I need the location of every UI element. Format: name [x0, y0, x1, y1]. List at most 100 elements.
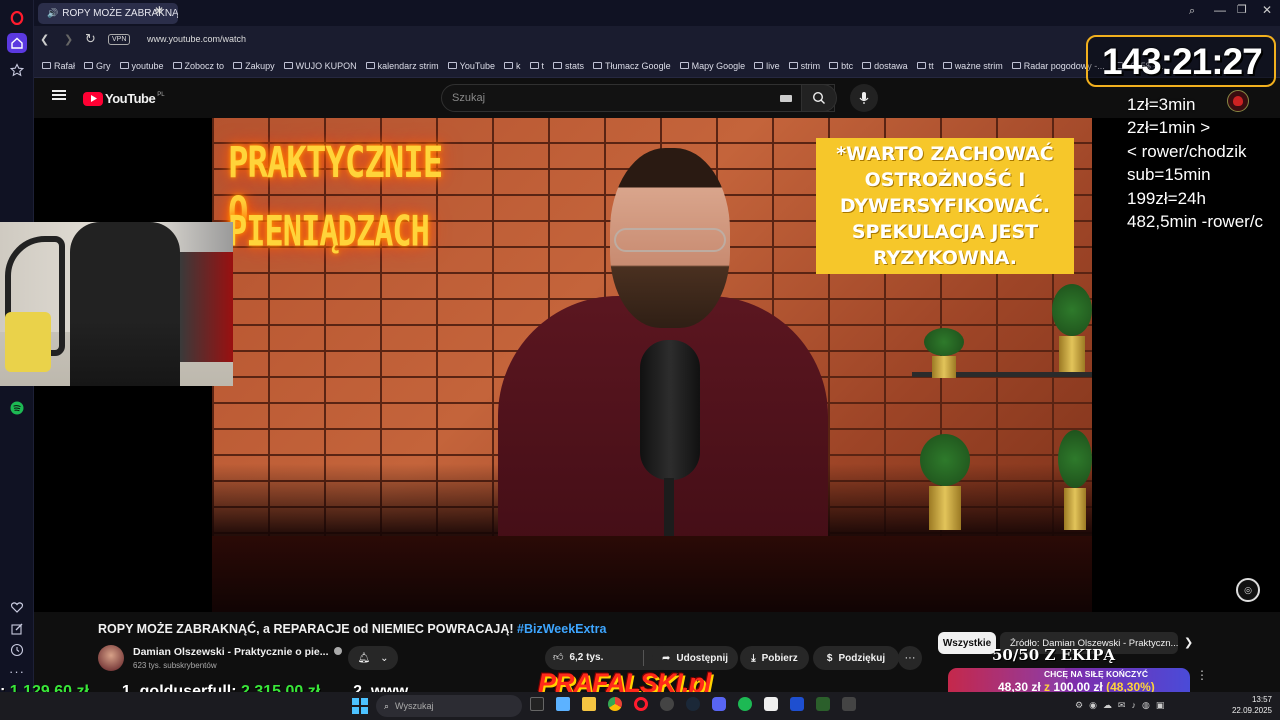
bookmark-label: k — [516, 60, 521, 71]
close-window-icon[interactable]: ✕ — [1262, 3, 1272, 17]
bookmark-item[interactable]: strim — [788, 60, 821, 71]
bookmark-item[interactable]: Zakupy — [233, 61, 275, 71]
bookmark-item[interactable]: dostawa — [862, 61, 908, 71]
discord-icon[interactable] — [712, 697, 726, 711]
bookmark-label: dostawa — [874, 60, 908, 71]
menu-icon[interactable] — [52, 90, 66, 100]
file-explorer-icon[interactable] — [582, 697, 596, 711]
bookmark-label: Tłumacz Google — [605, 60, 671, 71]
more-actions-button[interactable]: ··· — [898, 646, 922, 670]
chrome-icon[interactable] — [608, 697, 622, 711]
video-hashtag[interactable]: #BizWeekExtra — [517, 622, 606, 636]
vpn-badge[interactable]: VPN — [108, 34, 131, 45]
youtube-logo[interactable]: YouTube PL — [83, 91, 165, 106]
folder-icon — [119, 62, 129, 69]
more-icon[interactable]: ··· — [7, 661, 27, 681]
bookmark-label: youtube — [131, 60, 164, 71]
start-icon[interactable] — [352, 698, 368, 714]
bookmark-item[interactable]: Gry — [84, 61, 111, 71]
channel-avatar[interactable] — [98, 645, 124, 671]
url-text[interactable]: www.youtube.com/watch — [147, 34, 246, 44]
plant — [920, 434, 970, 530]
search-box[interactable]: Szukaj — [441, 84, 835, 112]
home-icon[interactable] — [7, 33, 27, 53]
folder-icon — [504, 62, 514, 69]
spotify-icon[interactable] — [7, 398, 27, 418]
youtube-play-icon — [83, 91, 103, 106]
donation-rules: 1zł=3min 2zł=1min > < rower/chodzik sub=… — [1127, 93, 1280, 233]
folder-icon — [84, 62, 94, 69]
app-icon[interactable] — [816, 697, 830, 711]
task-view-icon[interactable] — [530, 697, 544, 711]
bookmark-item[interactable]: stats — [553, 61, 584, 71]
opera-icon[interactable] — [634, 697, 648, 711]
opera-logo-icon[interactable] — [7, 8, 27, 28]
pinboard-icon[interactable] — [7, 60, 27, 80]
bookmark-item[interactable]: youtube — [119, 60, 164, 71]
bookmark-label: btc — [841, 60, 854, 71]
chip-all[interactable]: Wszystkie — [938, 632, 996, 654]
share-button[interactable]: ➦ Udostępnij — [652, 646, 738, 670]
app-icon[interactable] — [764, 697, 778, 711]
bookmark-item[interactable]: ważne strim — [942, 61, 1003, 71]
forward-icon[interactable]: ❯ — [64, 33, 73, 46]
minimize-icon[interactable]: — — [1214, 3, 1226, 17]
channel-name[interactable]: Damian Olszewski - Praktycznie o pie... — [133, 646, 343, 658]
bookmark-label: strim — [800, 60, 821, 71]
bookmark-item[interactable]: WUJO KUPON — [283, 61, 357, 71]
bookmark-label: Mapy Google — [691, 60, 746, 71]
bookmark-label: kalendarz strim — [377, 60, 439, 71]
chevron-right-icon[interactable]: ❯ — [1184, 636, 1193, 649]
maximize-icon[interactable]: ❐ — [1237, 3, 1247, 16]
microphone — [640, 340, 700, 480]
download-button[interactable]: ⤓ Pobierz — [740, 646, 809, 670]
bookmark-label: Zakupy — [245, 60, 275, 71]
system-tray[interactable]: ⚙◉☁✉♪◍▣ — [1075, 700, 1170, 711]
bookmark-item[interactable]: Rafał — [42, 61, 75, 71]
bookmark-item[interactable]: t — [529, 61, 544, 71]
widgets-icon[interactable] — [556, 697, 570, 711]
disclaimer-text: *WARTO ZACHOWAĆ OSTROŻNOŚĆ I DYWERSYFIKO… — [836, 143, 1054, 269]
clock[interactable]: 13:57 22.09.2025 — [1228, 694, 1272, 716]
keyboard-icon[interactable] — [780, 95, 792, 102]
thanks-button[interactable]: $ Podziękuj — [813, 646, 899, 670]
bookmark-item[interactable]: btc — [829, 61, 853, 71]
app-icon[interactable] — [842, 697, 856, 711]
add-tab-button[interactable]: + — [155, 2, 164, 19]
bookmark-item[interactable]: kalendarz strim — [365, 60, 439, 71]
channel-watermark[interactable]: ◎ — [1236, 578, 1260, 602]
bookmark-item[interactable]: Mapy Google — [679, 60, 746, 71]
heart-icon[interactable] — [7, 597, 27, 617]
like-button[interactable]: 👍︎ 6,2 tys. — [553, 651, 603, 664]
reload-icon[interactable]: ↻ — [85, 31, 96, 47]
taskbar-search[interactable]: ⌕ Wyszukaj — [376, 695, 522, 717]
notification-button[interactable]: 🔔︎ ⌄ — [348, 646, 398, 670]
bookmark-item[interactable]: live — [754, 61, 780, 71]
search-button[interactable] — [801, 84, 837, 112]
history-icon[interactable] — [7, 640, 27, 660]
bookmark-label: tt — [928, 60, 934, 71]
app-icon[interactable] — [790, 697, 804, 711]
folder-icon — [172, 62, 182, 69]
voice-search-button[interactable] — [850, 84, 878, 112]
search-tabs-icon[interactable]: ⌕ — [1189, 5, 1195, 18]
search-input[interactable]: Szukaj — [452, 92, 485, 104]
back-icon[interactable]: ❮ — [40, 33, 49, 46]
bookmark-item[interactable]: tt — [916, 60, 934, 71]
microphone-icon — [859, 92, 869, 104]
video-player[interactable]: PRAKTYCZNIE O PIENIĄDZACH *WARTO ZACHOWA… — [212, 118, 1092, 612]
spotify-taskbar-icon[interactable] — [738, 697, 752, 711]
speaker-icon[interactable]: 🔊 — [47, 8, 58, 19]
rule-line: sub=15min — [1127, 165, 1211, 185]
bookmark-item[interactable]: Tłumacz Google — [593, 61, 671, 71]
taskbar-search-input[interactable]: Wyszukaj — [395, 701, 433, 711]
banner-text: 50/50 Z EKIPĄ — [992, 646, 1116, 664]
bookmark-item[interactable]: YouTube — [447, 61, 495, 71]
edit-icon[interactable] — [7, 619, 27, 639]
rule-line: < rower/chodzik — [1127, 141, 1247, 161]
more-vertical-icon[interactable]: ⋮ — [1196, 668, 1208, 682]
bookmark-item[interactable]: Zobocz to — [172, 61, 224, 71]
bookmark-item[interactable]: k — [504, 61, 521, 71]
obs-icon[interactable] — [660, 697, 674, 711]
steam-icon[interactable] — [686, 697, 700, 711]
